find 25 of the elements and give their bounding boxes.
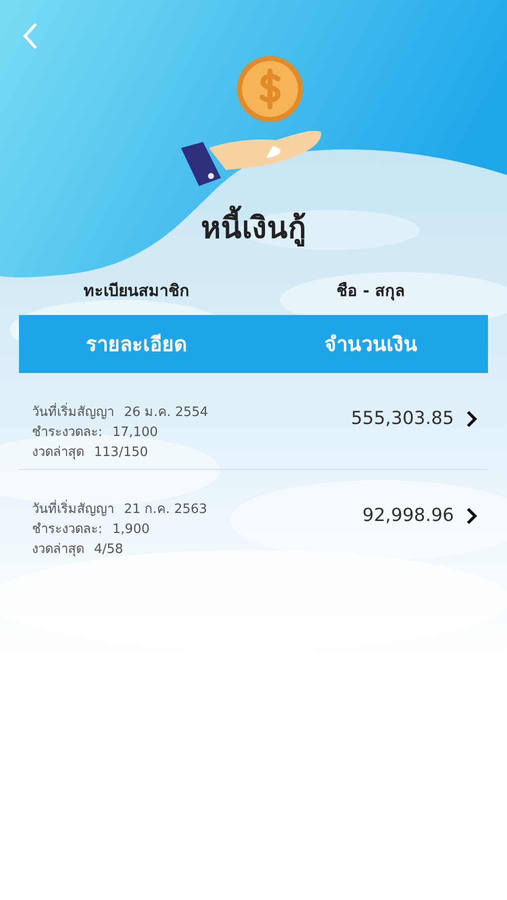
detail-label: วันที่เริ่มสัญญา [32, 403, 114, 423]
detail-value: 17,100 [112, 424, 158, 442]
member-id-label: ทะเบียนสมาชิก [83, 280, 190, 302]
detail-value: 21 ก.ค. 2563 [124, 501, 208, 519]
detail-value: 1,900 [112, 521, 150, 539]
loan-row[interactable]: วันที่เริ่มสัญญา 21 ก.ค. 2563 ชำระงวดละ: 1,900 งวดล่าสุด 4/58 92,998.96 [19, 469, 488, 565]
chevron-right-icon [466, 506, 478, 524]
hand-icon [181, 128, 323, 188]
detail-value: 113/150 [94, 444, 148, 462]
detail-label: ชำระงวดละ: [32, 424, 102, 442]
chevron-right-icon [466, 410, 478, 428]
detail-value: 4/58 [94, 541, 124, 559]
member-name-label: ชือ - สกุล [336, 280, 406, 302]
detail-label: งวดล่าสุด [32, 541, 84, 559]
loan-amount: 555,303.85 [350, 407, 454, 431]
coin-icon [236, 55, 304, 123]
loan-row[interactable]: วันที่เริ่มสัญญา 26 ม.ค. 2554 ชำระงวดละ: 17,100 งวดล่าสุด 113/150 555,303.85 [19, 373, 488, 469]
column-header: รายละเอียด [86, 331, 187, 358]
detail-value: 26 ม.ค. 2554 [124, 404, 208, 422]
detail-label: วันที่เริ่มสัญญา [32, 500, 114, 520]
back-icon [22, 23, 38, 49]
loan-amount: 92,998.96 [362, 504, 454, 528]
column-header: จำนวนเงิน [324, 331, 418, 358]
detail-label: ชำระงวดละ: [32, 521, 102, 539]
detail-label: งวดล่าสุด [32, 444, 84, 462]
